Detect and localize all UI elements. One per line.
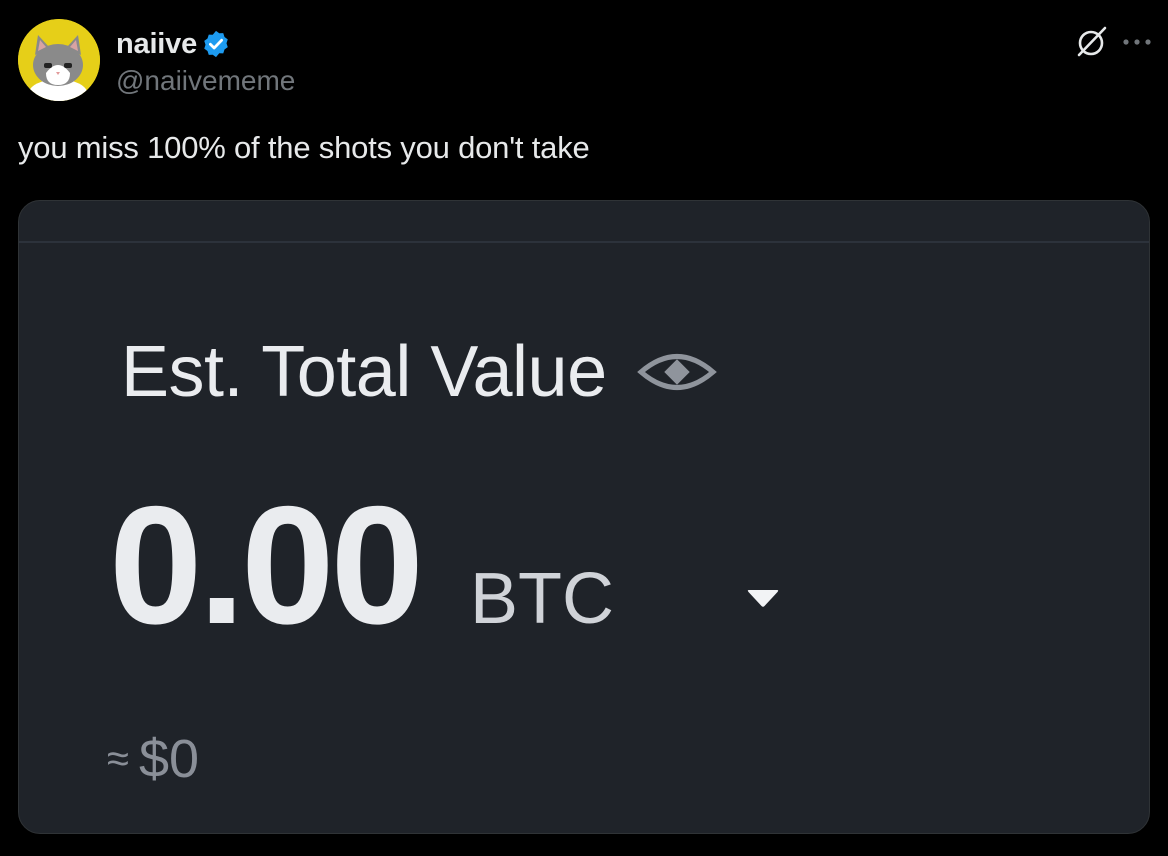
- more-options-icon[interactable]: [1120, 32, 1154, 52]
- balance-value: 0.00: [109, 471, 424, 659]
- display-name-row: naiive: [116, 23, 295, 65]
- eye-icon[interactable]: [635, 347, 719, 397]
- top-actions: [1074, 24, 1154, 60]
- media-divider: [19, 241, 1149, 243]
- tweet-post: naiive @naiivememe you miss 100% of the …: [0, 0, 1168, 856]
- author-names: naiive @naiivememe: [116, 23, 295, 97]
- est-total-value-row: Est. Total Value: [121, 331, 719, 413]
- grok-icon[interactable]: [1074, 24, 1110, 60]
- tweet-text: you miss 100% of the shots you don't tak…: [18, 130, 590, 165]
- est-total-value-label: Est. Total Value: [121, 332, 607, 412]
- approx-fiat-value: ≈ $0: [107, 728, 199, 790]
- approx-value: $0: [138, 729, 200, 789]
- balance-row: 0.00 BTC: [109, 481, 614, 649]
- approx-symbol: ≈: [107, 736, 129, 781]
- currency-label: BTC: [469, 559, 614, 639]
- display-name[interactable]: naiive: [116, 28, 197, 61]
- cat-avatar-icon: [18, 19, 100, 101]
- caret-down-icon[interactable]: [745, 586, 781, 610]
- tweet-media-image[interactable]: Est. Total Value 0.00 BTC ≈ $0: [18, 200, 1150, 834]
- verified-badge-icon[interactable]: [201, 29, 231, 59]
- post-header: naiive @naiivememe: [18, 18, 295, 102]
- author-handle[interactable]: @naiivememe: [116, 65, 295, 97]
- author-avatar[interactable]: [18, 19, 100, 101]
